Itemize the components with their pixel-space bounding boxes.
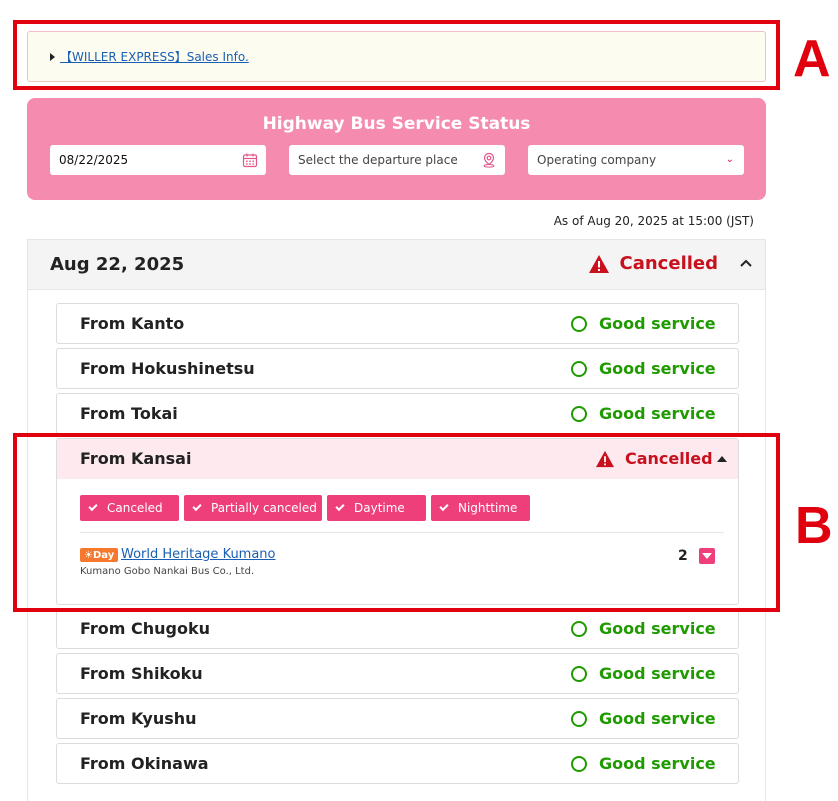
- region-name: From Okinawa: [80, 754, 209, 773]
- annotation-label-a: A: [793, 30, 831, 88]
- section-date: Aug 22, 2025: [50, 254, 185, 275]
- sales-info-link[interactable]: 【WILLER EXPRESS】Sales Info.: [60, 48, 249, 65]
- region-status: Good service: [571, 359, 716, 378]
- status-text: Good service: [599, 619, 716, 638]
- region-status: Good service: [571, 754, 716, 773]
- circle-icon: [571, 710, 587, 727]
- date-header[interactable]: Aug 22, 2025 Cancelled: [28, 240, 765, 290]
- circle-icon: [571, 620, 587, 637]
- region-name: From Shikoku: [80, 664, 203, 683]
- region-name: From Chugoku: [80, 619, 211, 638]
- status-text: Good service: [599, 664, 716, 683]
- region-row-kyushu[interactable]: From Kyushu Good service: [56, 698, 739, 739]
- section-status-text: Cancelled: [619, 253, 718, 274]
- region-status: Good service: [571, 404, 716, 423]
- as-of-timestamp: As of Aug 20, 2025 at 15:00 (JST): [553, 214, 754, 228]
- region-row-okinawa[interactable]: From Okinawa Good service: [56, 743, 739, 784]
- warning-triangle-icon: [588, 254, 609, 273]
- circle-icon: [571, 405, 587, 422]
- panel-title: Highway Bus Service Status: [262, 114, 531, 134]
- region-status: Good service: [571, 314, 716, 333]
- company-placeholder: Operating company: [537, 153, 657, 167]
- status-text: Good service: [599, 314, 716, 333]
- region-name: From Tokai: [80, 404, 178, 423]
- region-row-kanto[interactable]: From Kanto Good service: [56, 303, 739, 344]
- region-status: Good service: [571, 709, 716, 728]
- status-text: Good service: [599, 404, 716, 423]
- search-panel: Highway Bus Service Status 08/22/2025 Se…: [27, 98, 766, 200]
- section-status: Cancelled: [588, 253, 718, 274]
- region-row-chugoku[interactable]: From Chugoku Good service: [56, 608, 739, 649]
- region-name: From Kanto: [80, 314, 185, 333]
- sales-info-bar: 【WILLER EXPRESS】Sales Info.: [27, 31, 766, 82]
- region-name: From Hokushinetsu: [80, 359, 255, 378]
- chevron-up-icon[interactable]: [739, 256, 753, 270]
- departure-placeholder: Select the departure place: [298, 153, 458, 167]
- company-select[interactable]: Operating company ⌄: [528, 145, 744, 175]
- departure-select[interactable]: Select the departure place: [289, 145, 505, 175]
- expand-triangle-icon[interactable]: [50, 52, 55, 61]
- region-status: Good service: [571, 619, 716, 638]
- date-field[interactable]: 08/22/2025: [50, 145, 266, 175]
- circle-icon: [571, 755, 587, 772]
- region-name: From Kyushu: [80, 709, 197, 728]
- status-text: Good service: [599, 709, 716, 728]
- date-value: 08/22/2025: [59, 153, 129, 167]
- calendar-icon[interactable]: [242, 152, 258, 168]
- annotation-box-b: [13, 433, 780, 612]
- circle-icon: [571, 360, 587, 377]
- region-row-hokushinetsu[interactable]: From Hokushinetsu Good service: [56, 348, 739, 389]
- region-status: Good service: [571, 664, 716, 683]
- status-text: Good service: [599, 754, 716, 773]
- chevron-down-icon: ⌄: [725, 154, 734, 165]
- annotation-label-b: B: [795, 497, 833, 555]
- location-pin-icon: [483, 152, 495, 168]
- circle-icon: [571, 665, 587, 682]
- region-row-shikoku[interactable]: From Shikoku Good service: [56, 653, 739, 694]
- region-row-tokai[interactable]: From Tokai Good service: [56, 393, 739, 434]
- status-text: Good service: [599, 359, 716, 378]
- circle-icon: [571, 315, 587, 332]
